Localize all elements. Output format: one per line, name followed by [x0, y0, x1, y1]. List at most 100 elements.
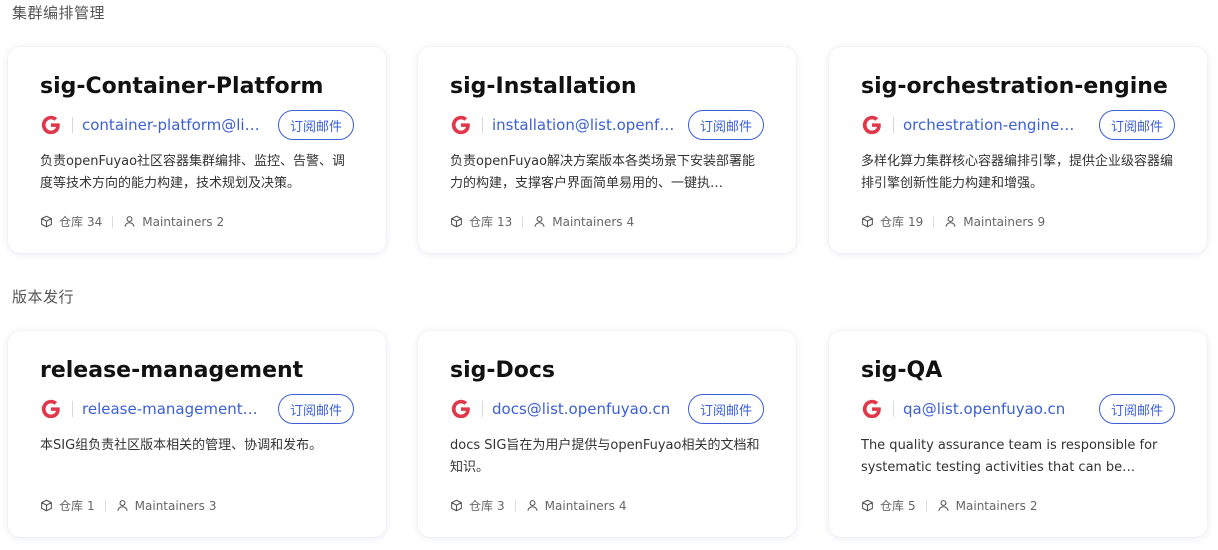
maintainers-count: 2: [216, 214, 225, 229]
subscribe-button[interactable]: 订阅邮件: [1098, 394, 1175, 424]
sig-description: The quality assurance team is responsibl…: [861, 438, 1158, 475]
mailing-list-row: qa@list.openfuyao.cn 订阅邮件: [861, 393, 1175, 425]
sig-description: docs SIG旨在为用户提供与openFuyao相关的文档和知识。: [450, 438, 760, 475]
mailing-list-row: release-management@list.openfuyao.cn 订阅邮…: [40, 393, 354, 425]
repo-count-group: 仓库 34: [40, 213, 102, 230]
subscribe-button[interactable]: 订阅邮件: [687, 394, 764, 424]
mailing-list-row: orchestration-engine@list.openfuyao.cn 订…: [861, 109, 1175, 141]
sig-description: 多样化算力集群核心容器编排引擎，提供企业级容器编排引擎创新性能力构建和增强。: [861, 154, 1174, 191]
repo-label: 仓库: [469, 499, 494, 513]
sig-title[interactable]: sig-Installation: [450, 74, 637, 99]
sig-title[interactable]: sig-QA: [861, 358, 942, 383]
repo-label: 仓库: [59, 499, 84, 513]
maintainers-group: Maintainers 9: [944, 215, 1045, 229]
repo-count-group: 仓库 5: [861, 497, 916, 514]
sig-stats: 仓库 34 Maintainers 2: [40, 213, 224, 230]
google-g-icon: [41, 115, 60, 135]
cube-icon: [41, 499, 52, 512]
sig-card[interactable]: sig-Installation installation@list.openf…: [418, 47, 796, 253]
user-icon: [527, 500, 538, 511]
sig-card[interactable]: sig-Docs docs@list.openfuyao.cn 订阅邮件 doc…: [418, 331, 796, 537]
subscribe-button[interactable]: 订阅邮件: [277, 394, 354, 424]
mailing-list-email[interactable]: orchestration-engine@list.openfuyao.cn: [903, 116, 1087, 134]
repo-count: 34: [87, 214, 103, 229]
repo-label: 仓库: [880, 499, 905, 513]
maintainers-label: Maintainers: [142, 214, 213, 229]
maintainers-group: Maintainers 2: [937, 499, 1038, 513]
repo-count: 13: [497, 214, 513, 229]
repo-count-group: 仓库 19: [861, 213, 923, 230]
cube-icon: [41, 215, 52, 228]
sig-description: 本SIG组负责社区版本相关的管理、协调和发布。: [40, 438, 323, 453]
divider: [482, 117, 483, 133]
maintainers-count: 4: [618, 498, 627, 513]
sig-stats: 仓库 5 Maintainers 2: [861, 497, 1038, 514]
mailing-list-email[interactable]: release-management@list.openfuyao.cn: [82, 400, 266, 418]
maintainers-label: Maintainers: [552, 214, 623, 229]
sig-stats: 仓库 13 Maintainers 4: [450, 213, 634, 230]
section-title: 集群编排管理: [12, 4, 106, 22]
divider: [104, 499, 106, 512]
section-title: 版本发行: [12, 288, 75, 306]
mailing-list-email[interactable]: qa@list.openfuyao.cn: [903, 400, 1087, 418]
sig-stats: 仓库 3 Maintainers 4: [450, 497, 627, 514]
google-g-icon: [451, 399, 470, 419]
sig-stats: 仓库 19 Maintainers 9: [861, 213, 1045, 230]
divider: [893, 401, 894, 417]
repo-count: 1: [87, 498, 95, 513]
subscribe-button[interactable]: 订阅邮件: [687, 110, 764, 140]
repo-count: 3: [497, 498, 505, 513]
maintainers-count: 2: [1029, 498, 1038, 513]
divider: [925, 499, 927, 512]
repo-label: 仓库: [469, 215, 494, 229]
mailing-list-email[interactable]: docs@list.openfuyao.cn: [492, 400, 676, 418]
mailing-list-row: docs@list.openfuyao.cn 订阅邮件: [450, 393, 764, 425]
sig-card[interactable]: sig-Container-Platform container-platfor…: [8, 47, 386, 253]
google-g-icon: [862, 115, 881, 135]
maintainers-count: 3: [208, 498, 217, 513]
user-icon: [938, 500, 949, 511]
maintainers-group: Maintainers 2: [123, 215, 224, 229]
sig-title[interactable]: sig-Container-Platform: [40, 74, 323, 99]
repo-count: 5: [908, 498, 916, 513]
sig-card[interactable]: release-management release-management@li…: [8, 331, 386, 537]
mailing-list-email[interactable]: installation@list.openfuyao.cn: [492, 116, 676, 134]
sig-description: 负责openFuyao解决方案版本各类场景下安装部署能力的构建，支撑客户界面简单…: [450, 154, 756, 191]
sig-card[interactable]: sig-orchestration-engine orchestration-e…: [829, 47, 1207, 253]
user-icon: [534, 216, 545, 227]
repo-label: 仓库: [59, 215, 84, 229]
repo-count-group: 仓库 1: [40, 497, 95, 514]
sig-description: 负责openFuyao社区容器集群编排、监控、告警、调度等技术方向的能力构建，技…: [40, 154, 346, 191]
maintainers-count: 9: [1037, 214, 1046, 229]
user-icon: [117, 500, 128, 511]
divider: [933, 215, 935, 228]
subscribe-button[interactable]: 订阅邮件: [277, 110, 354, 140]
google-g-icon: [862, 399, 881, 419]
mailing-list-row: container-platform@list.openfuyao.cn 订阅邮…: [40, 109, 354, 141]
maintainers-count: 4: [626, 214, 635, 229]
maintainers-label: Maintainers: [963, 214, 1034, 229]
sig-title[interactable]: release-management: [40, 358, 303, 383]
google-g-icon: [451, 115, 470, 135]
maintainers-group: Maintainers 4: [533, 215, 634, 229]
maintainers-label: Maintainers: [134, 498, 205, 513]
sig-title[interactable]: sig-orchestration-engine: [861, 74, 1168, 99]
repo-label: 仓库: [880, 215, 905, 229]
sig-card[interactable]: sig-QA qa@list.openfuyao.cn 订阅邮件 The qua…: [829, 331, 1207, 537]
user-icon: [124, 216, 135, 227]
cube-icon: [451, 499, 462, 512]
divider: [72, 117, 73, 133]
cube-icon: [451, 215, 462, 228]
divider: [893, 117, 894, 133]
divider: [72, 401, 73, 417]
google-g-icon: [41, 399, 60, 419]
sig-title[interactable]: sig-Docs: [450, 358, 555, 383]
user-icon: [945, 216, 956, 227]
divider: [514, 499, 516, 512]
repo-count-group: 仓库 13: [450, 213, 512, 230]
maintainers-group: Maintainers 4: [526, 499, 627, 513]
mailing-list-email[interactable]: container-platform@list.openfuyao.cn: [82, 116, 266, 134]
maintainers-label: Maintainers: [955, 498, 1026, 513]
maintainers-group: Maintainers 3: [116, 499, 217, 513]
subscribe-button[interactable]: 订阅邮件: [1098, 110, 1175, 140]
